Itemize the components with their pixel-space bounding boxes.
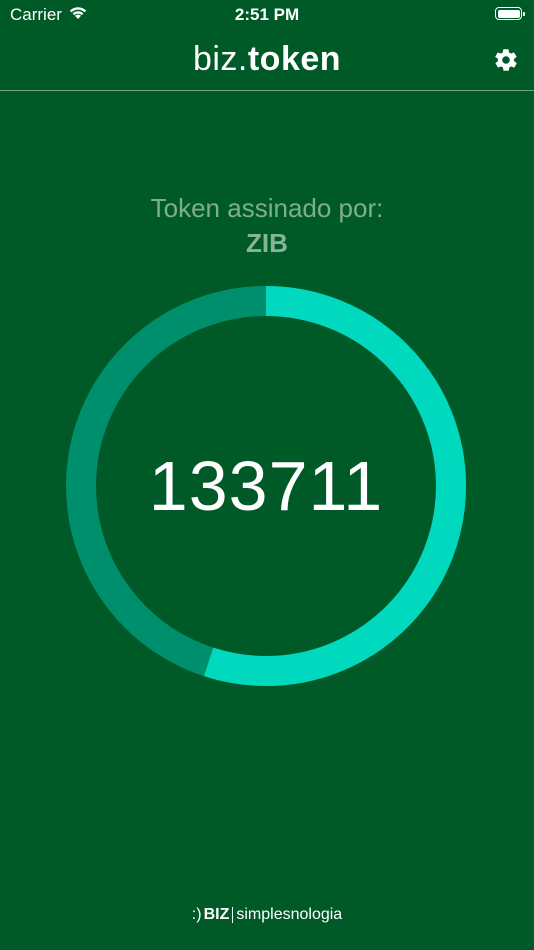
- brand-name: token: [247, 40, 342, 78]
- signed-by-label: Token assinado por:: [150, 193, 384, 223]
- settings-button[interactable]: [492, 48, 520, 76]
- token-issuer: ZIB: [246, 228, 288, 258]
- gear-icon: [493, 47, 519, 78]
- smile-icon: :): [191, 906, 202, 923]
- footer-tagline: simplesnologia: [236, 906, 343, 923]
- status-bar: Carrier 2:51 PM: [0, 0, 534, 32]
- token-code: 133711: [148, 447, 384, 525]
- status-time: 2:51 PM: [234, 5, 300, 24]
- battery-full-icon: [495, 7, 525, 20]
- footer-brand: BIZ: [203, 906, 230, 923]
- footer-logo: :) BIZ simplesnologia: [0, 906, 534, 924]
- footer-divider: [232, 907, 234, 923]
- nav-bar: biz.token: [0, 32, 534, 91]
- brand-prefix: biz.: [192, 40, 248, 78]
- app-logo: biz.token: [0, 40, 534, 79]
